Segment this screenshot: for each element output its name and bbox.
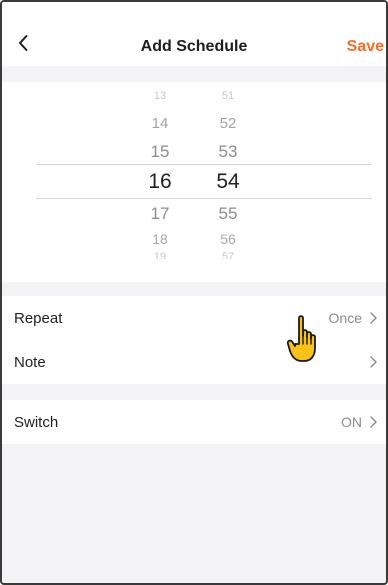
note-label: Note	[14, 353, 46, 371]
minute-option[interactable]: 51	[198, 90, 258, 102]
chevron-left-icon	[19, 35, 28, 51]
switch-value: ON	[341, 414, 362, 430]
time-picker[interactable]: 13 51 14 52 15 53 16 54 17 55 18 56 19 5…	[2, 82, 386, 282]
picker-row: 18 56	[2, 231, 386, 247]
chevron-right-icon	[370, 312, 377, 324]
picker-row: 13 51	[2, 90, 386, 102]
chevron-right-icon	[370, 416, 377, 428]
back-button[interactable]	[12, 32, 34, 54]
picker-selection-line-top	[36, 164, 372, 165]
picker-row: 17 55	[2, 204, 386, 224]
chevron-right-icon	[370, 356, 377, 368]
picker-row: 19 57	[2, 251, 386, 259]
switch-label: Switch	[14, 413, 59, 431]
picker-row: 14 52	[2, 115, 386, 132]
picker-selected-row: 16 54	[2, 170, 386, 194]
options-section: Repeat Once Note	[2, 296, 386, 384]
hour-option[interactable]: 14	[130, 115, 190, 132]
hour-option[interactable]: 19	[130, 251, 190, 259]
minute-option[interactable]: 55	[198, 204, 258, 224]
page-title: Add Schedule	[140, 38, 248, 55]
minute-option[interactable]: 57	[198, 251, 258, 259]
selected-minute[interactable]: 54	[198, 170, 258, 194]
hour-option[interactable]: 13	[130, 90, 190, 102]
minute-option[interactable]: 56	[198, 231, 258, 247]
picker-row: 15 53	[2, 142, 386, 162]
save-button[interactable]: Save	[347, 38, 384, 56]
app-screen: Add Schedule Save 13 51 14 52 15 53 16 5…	[0, 0, 388, 585]
picker-selection-line-bottom	[36, 198, 372, 199]
hour-option[interactable]: 17	[130, 204, 190, 224]
header-bar: Add Schedule Save	[2, 2, 386, 66]
repeat-row[interactable]: Repeat Once	[2, 296, 386, 340]
hour-option[interactable]: 18	[130, 231, 190, 247]
hour-option[interactable]: 15	[130, 142, 190, 162]
note-row[interactable]: Note	[2, 340, 386, 384]
minute-option[interactable]: 52	[198, 115, 258, 132]
minute-option[interactable]: 53	[198, 142, 258, 162]
selected-hour[interactable]: 16	[130, 170, 190, 194]
switch-section: Switch ON	[2, 400, 386, 444]
repeat-label: Repeat	[14, 309, 63, 327]
switch-row[interactable]: Switch ON	[2, 400, 386, 444]
repeat-value: Once	[328, 310, 362, 326]
